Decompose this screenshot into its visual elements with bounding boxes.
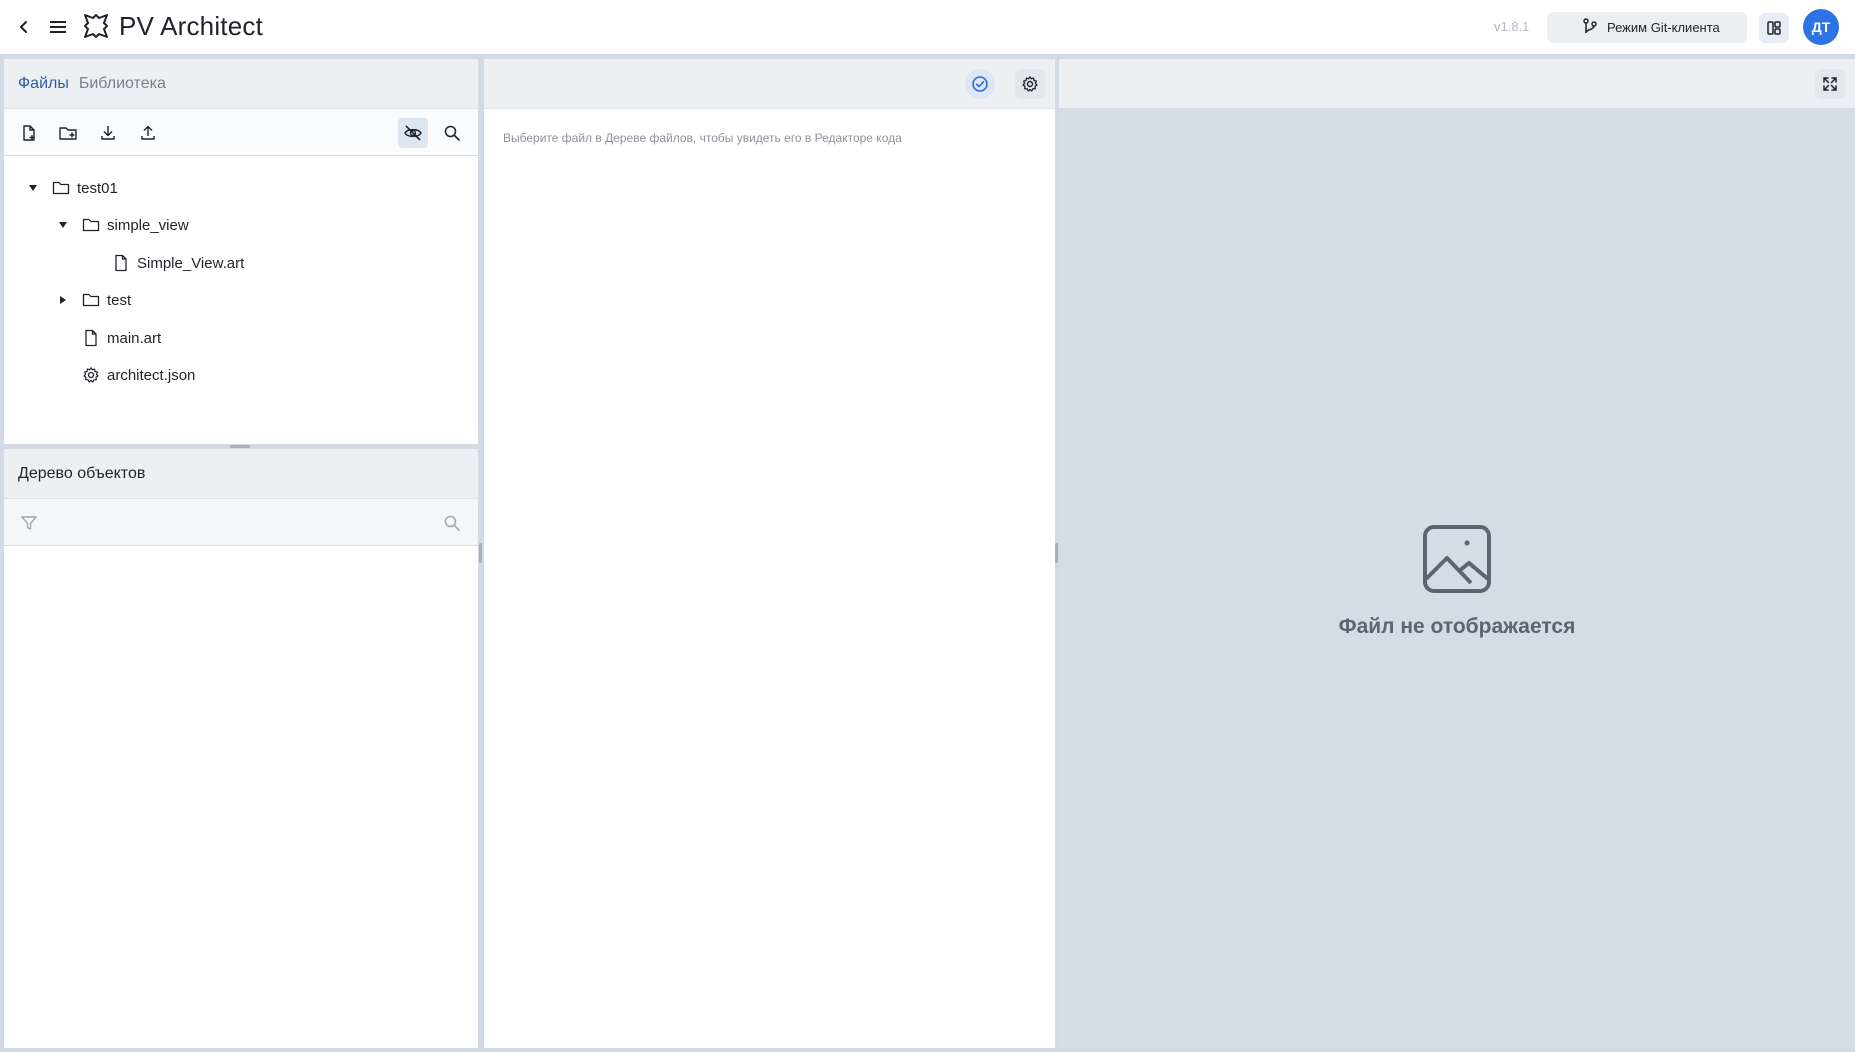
upload-icon [141,125,155,140]
new-file-button[interactable] [14,118,44,148]
user-avatar[interactable]: ДТ [1803,9,1839,45]
tab-library[interactable]: Библиотека [79,75,166,93]
folder-icon [52,179,70,197]
tree-item-test01[interactable]: test01 [26,174,118,202]
upload-button[interactable] [133,118,163,148]
tree-item-simple-view[interactable]: simple_view [56,211,189,239]
version-label: v1.8.1 [1494,19,1530,34]
tree-item-label: Simple_View.art [137,254,245,272]
download-button[interactable] [93,118,123,148]
layout-toggle-button[interactable] [1759,13,1789,43]
hide-eye-icon [404,125,422,141]
toggle-hidden-button[interactable] [398,118,428,148]
panel-resize-handle-right[interactable] [1055,543,1058,563]
download-icon [101,126,115,140]
new-file-icon [23,125,35,141]
code-editor-panel: Выберите файл в Дереве файлов, чтобы уви… [484,59,1055,1048]
tree-item-simple-view-art[interactable]: Simple_View.art [112,249,244,277]
preview-empty-text: Файл не отображается [1338,615,1576,638]
logo-icon [84,14,108,38]
check-circle-icon [972,76,988,92]
tree-item-label: test [107,291,132,309]
tree-item-label: main.art [107,329,162,347]
search-icon [444,125,460,141]
file-icon [112,254,130,272]
caret-right-icon[interactable] [56,293,70,307]
files-toolbar [4,109,478,156]
folder-icon [82,216,100,234]
tab-files[interactable]: Файлы [18,75,69,93]
menu-button[interactable] [44,13,72,41]
panel-resize-handle-horizontal[interactable] [230,445,250,448]
panel-resize-handle-left[interactable] [479,543,482,563]
tree-item-label: test01 [77,179,118,197]
search-files-button[interactable] [437,118,467,148]
objects-panel-title: Дерево объектов [4,449,478,499]
preview-header [1059,59,1855,109]
top-bar: PV Architect v1.8.1 Режим Git-клиента ДТ [0,0,1855,54]
git-mode-label: Режим Git-клиента [1607,20,1720,35]
new-folder-icon [59,127,77,140]
filter-icon [21,516,37,530]
expand-icon [1823,77,1837,91]
objects-panel: Дерево объектов [4,449,478,1048]
tree-item-architect-json[interactable]: architect.json [82,361,195,389]
git-branch-icon [1581,17,1599,37]
chevron-left-icon [20,21,27,33]
tree-item-label: simple_view [107,216,189,234]
search-icon [444,515,460,531]
folder-icon [82,291,100,309]
app-logo [82,12,110,42]
editor-empty-hint: Выберите файл в Дереве файлов, чтобы уви… [503,131,902,145]
new-folder-button[interactable] [53,118,83,148]
tree-item-main-art[interactable]: main.art [82,324,161,352]
files-panel: Файлы Библиотека test01 simple_view Simp… [4,59,478,444]
fullscreen-button[interactable] [1815,69,1845,99]
files-panel-header: Файлы Библиотека [4,59,478,109]
validate-button[interactable] [965,69,995,99]
editor-header [484,59,1055,109]
search-objects-button[interactable] [437,508,467,538]
file-icon [82,329,100,347]
layout-icon [1767,21,1781,35]
preview-panel: Файл не отображается [1059,59,1855,1048]
objects-filter-bar [4,499,478,546]
gear-icon [1022,76,1038,92]
caret-down-icon[interactable] [56,218,70,232]
image-placeholder-icon [1421,523,1493,595]
caret-down-icon[interactable] [26,181,40,195]
editor-settings-button[interactable] [1015,69,1045,99]
gear-icon [82,366,100,384]
git-mode-button[interactable]: Режим Git-клиента [1547,12,1747,43]
filter-button[interactable] [14,508,44,538]
tree-item-label: architect.json [107,366,196,384]
back-button[interactable] [12,13,36,41]
tree-item-test[interactable]: test [56,286,131,314]
hamburger-icon [50,21,66,33]
app-title: PV Architect [119,11,264,41]
